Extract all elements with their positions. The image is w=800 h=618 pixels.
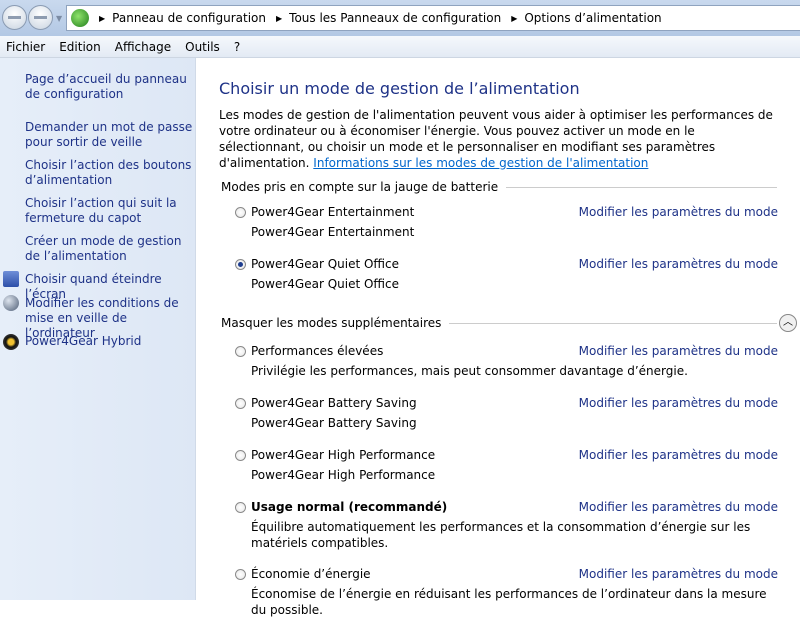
forward-button[interactable] [28, 5, 53, 30]
plan-name[interactable]: Économie d’énergie [251, 567, 371, 581]
divider [449, 322, 777, 324]
divider [506, 186, 777, 188]
power-plan-item: Power4Gear High Performance Power4Gear H… [235, 448, 780, 488]
power-plan-item: Power4Gear Battery Saving Power4Gear Bat… [235, 396, 780, 436]
plan-name[interactable]: Power4Gear Battery Saving [251, 396, 417, 410]
breadcrumb[interactable]: ▶ Panneau de configuration ▶ Tous les Pann… [66, 5, 800, 31]
page-title: Choisir un mode de gestion de l’alimenta… [219, 79, 580, 98]
menu-bar: Fichier Edition Affichage Outils ? [0, 36, 800, 58]
collapse-chevron-up-icon[interactable]: ︿ [779, 314, 797, 332]
menu-fichier[interactable]: Fichier [6, 40, 45, 54]
breadcrumb-item[interactable]: ▶ Options d’alimentation [511, 11, 661, 25]
power-plan-item: Usage normal (recommandé) Équilibre auto… [235, 500, 780, 550]
menu-help[interactable]: ? [234, 40, 240, 54]
plan-name[interactable]: Power4Gear Quiet Office [251, 257, 399, 271]
power4gear-icon [3, 334, 19, 350]
modify-plan-link[interactable]: Modifier les paramètres du mode [579, 500, 778, 514]
plan-radio[interactable] [235, 502, 246, 513]
sidebar: Page d’accueil du panneau de configurati… [0, 58, 196, 600]
modify-plan-link[interactable]: Modifier les paramètres du mode [579, 205, 778, 219]
menu-affichage[interactable]: Affichage [115, 40, 171, 54]
sidebar-item-power-buttons[interactable]: Choisir l’action des boutons d’alimentat… [25, 158, 193, 188]
modify-plan-link[interactable]: Modifier les paramètres du mode [579, 448, 778, 462]
breadcrumb-item[interactable]: ▶ Tous les Panneaux de configuration [276, 11, 501, 25]
plan-radio[interactable] [235, 259, 246, 270]
sidebar-item-create-plan[interactable]: Créer un mode de gestion de l’alimentati… [25, 234, 193, 264]
main-content: Choisir un mode de gestion de l’alimenta… [197, 58, 800, 617]
sidebar-item-password[interactable]: Demander un mot de passe pour sortir de … [25, 120, 193, 150]
control-panel-icon [71, 9, 89, 27]
plan-name[interactable]: Performances élevées [251, 344, 383, 358]
power-plan-item: Performances élevées Privilégie les perf… [235, 344, 780, 384]
menu-outils[interactable]: Outils [185, 40, 220, 54]
clock-monitor-icon [3, 271, 19, 287]
moon-icon [3, 295, 19, 311]
plan-name[interactable]: Power4Gear High Performance [251, 448, 435, 462]
plan-description: Power4Gear Entertainment [251, 225, 415, 239]
plan-radio[interactable] [235, 346, 246, 357]
modify-plan-link[interactable]: Modifier les paramètres du mode [579, 344, 778, 358]
section-additional-plans[interactable]: Masquer les modes supplémentaires [221, 316, 777, 330]
chevron-right-icon: ▶ [99, 13, 106, 23]
plan-description: Power4Gear Battery Saving [251, 416, 417, 430]
section-battery-meter: Modes pris en compte sur la jauge de bat… [221, 180, 777, 194]
plan-name[interactable]: Power4Gear Entertainment [251, 205, 414, 219]
modify-plan-link[interactable]: Modifier les paramètres du mode [579, 257, 778, 271]
sidebar-item-home[interactable]: Page d’accueil du panneau de configurati… [25, 72, 193, 102]
power-plan-item: Économie d’énergie Économise de l’énergi… [235, 567, 780, 617]
plan-description: Équilibre automatiquement les performanc… [251, 520, 751, 550]
chevron-right-icon: ▶ [276, 13, 283, 23]
menu-edition[interactable]: Edition [59, 40, 101, 54]
plan-radio[interactable] [235, 207, 246, 218]
plan-name[interactable]: Usage normal (recommandé) [251, 500, 447, 514]
modify-plan-link[interactable]: Modifier les paramètres du mode [579, 396, 778, 410]
power-plan-item: Power4Gear Quiet Office Power4Gear Quiet… [235, 257, 780, 297]
plan-description: Économise de l’énergie en réduisant les … [251, 587, 767, 617]
modify-plan-link[interactable]: Modifier les paramètres du mode [579, 567, 778, 581]
address-bar-area: ▼ ▶ Panneau de configuration ▶ Tous les Pa… [0, 0, 800, 36]
history-dropdown-icon[interactable]: ▼ [56, 14, 62, 23]
sidebar-item-lid[interactable]: Choisir l’action qui suit la fermeture d… [25, 196, 193, 226]
plan-radio[interactable] [235, 398, 246, 409]
plan-description: Privilégie les performances, mais peut c… [251, 364, 688, 378]
plan-description: Power4Gear High Performance [251, 468, 436, 482]
chevron-right-icon: ▶ [511, 13, 518, 23]
back-button[interactable] [2, 5, 27, 30]
intro-text: Les modes de gestion de l'alimentation p… [219, 108, 773, 170]
plan-description: Power4Gear Quiet Office [251, 277, 400, 291]
breadcrumb-item[interactable]: ▶ Panneau de configuration [99, 11, 266, 25]
sidebar-item-power4gear-hybrid[interactable]: Power4Gear Hybrid [25, 334, 193, 349]
plan-radio[interactable] [235, 569, 246, 580]
info-link[interactable]: Informations sur les modes de gestion de… [313, 156, 648, 170]
plan-radio[interactable] [235, 450, 246, 461]
power-plan-item: Power4Gear Entertainment Power4Gear Ente… [235, 205, 780, 245]
